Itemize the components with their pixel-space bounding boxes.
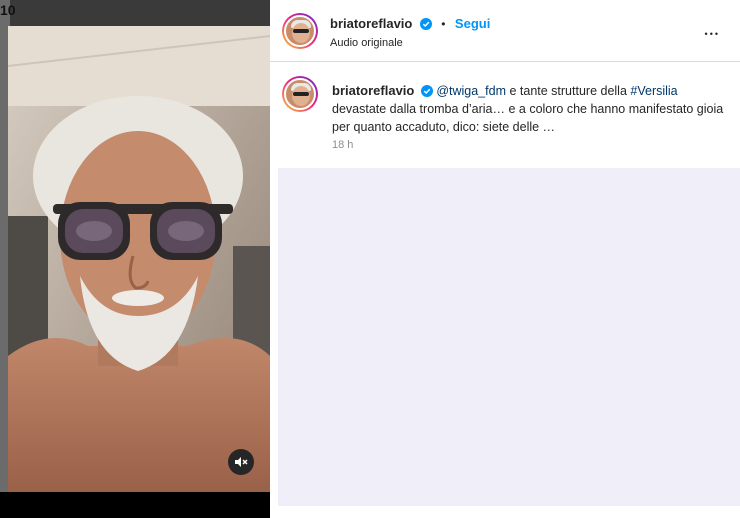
caption-text: devastate dalla tromba d’aria… e a color…	[332, 102, 724, 134]
audio-label[interactable]: Audio originale	[330, 37, 403, 49]
post-header: briatoreflavio • Segui Audio originale •…	[270, 0, 740, 62]
caption-author-avatar[interactable]	[282, 76, 318, 112]
more-options-icon: •••	[704, 29, 720, 39]
verified-badge-icon	[419, 18, 432, 30]
video-frame-image	[8, 26, 270, 492]
verified-badge-icon	[420, 85, 433, 97]
instagram-post-window: 10 briatoreflavio • Segui Audio original…	[0, 0, 740, 518]
speaker-muted-icon	[235, 457, 248, 467]
more-options-button[interactable]: •••	[705, 22, 720, 43]
comments-area	[278, 168, 740, 506]
post-caption: briatoreflavio @twiga_fdm e tante strutt…	[332, 82, 732, 136]
header-title-row: briatoreflavio • Segui	[330, 15, 490, 33]
avatar-image	[284, 78, 316, 110]
caption-hashtag-link[interactable]: #Versilia	[630, 84, 677, 98]
media-bottom-bar	[0, 492, 270, 518]
follow-button[interactable]: Segui	[455, 16, 490, 31]
caption-mention-link[interactable]: @twiga_fdm	[436, 84, 506, 98]
author-username[interactable]: briatoreflavio	[330, 16, 412, 31]
backdrop-text-fragment: 10	[0, 2, 16, 18]
post-info-panel: briatoreflavio • Segui Audio originale •…	[270, 0, 740, 518]
avatar-image	[284, 15, 316, 47]
separator-dot: •	[441, 17, 446, 31]
author-avatar[interactable]	[282, 13, 318, 49]
post-timestamp[interactable]: 18 h	[332, 139, 353, 151]
caption-text: e tante strutture della	[506, 84, 631, 98]
caption-username[interactable]: briatoreflavio	[332, 83, 414, 98]
mute-toggle-button[interactable]	[228, 449, 254, 475]
post-video[interactable]	[8, 26, 270, 492]
